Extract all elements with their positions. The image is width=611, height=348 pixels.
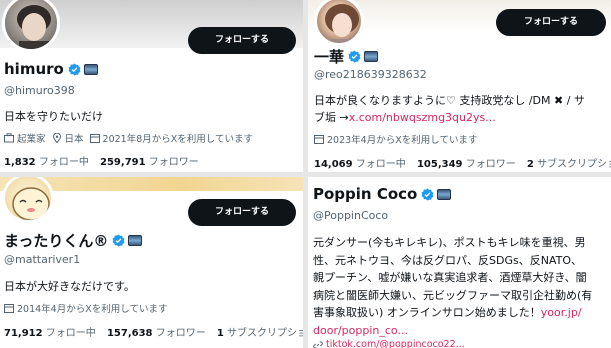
handle: @mattariver1: [4, 253, 81, 266]
bio-link[interactable]: x.com/nbwqszmg3qu2ys...: [349, 111, 496, 124]
profile-card-himuro: フォローする himuro @himuro398 日本を守りたいだけ 起業家 日…: [0, 0, 303, 172]
bio-line: ブ垢 →x.com/nbwqszmg3qu2ys...: [314, 111, 496, 124]
affiliate-badge-icon: [437, 188, 452, 200]
profile-card-poppincoco: Poppin Coco @PoppinCoco 元ダンサー(今もキレキレ)、ポス…: [308, 177, 611, 348]
briefcase-icon: [4, 133, 14, 143]
profile-meta: 2023年4月からXを利用しています: [314, 132, 483, 146]
follow-button[interactable]: フォローする: [188, 199, 296, 226]
profile-meta: 2014年4月からXを利用しています: [4, 301, 173, 315]
display-name[interactable]: 一華: [314, 46, 344, 67]
bio-line: 親プーチン、嘘が嫌いな真実追求者、酒煙草大好き、闇: [313, 271, 587, 284]
bio: 日本が大好きなだけです。: [4, 280, 135, 293]
bio-line: 性、元ネトウヨ、今は反グロパ、反SDGs、反NATO、: [313, 253, 582, 267]
avatar-cartoon-icon: [12, 187, 50, 220]
follow-stats: 71,912 フォロー中 157,638 フォロワー 1 サブスクリプショ: [4, 324, 303, 339]
handle: @himuro398: [4, 84, 75, 97]
display-name-row: himuro: [4, 60, 98, 78]
calendar-icon: [4, 304, 14, 313]
meta-joined: 2021年8月からXを利用しています: [89, 131, 253, 145]
follow-button[interactable]: フォローする: [188, 27, 296, 54]
subscriptions-link[interactable]: 2 サブスクリプショ: [527, 159, 611, 170]
meta-location: 日本: [52, 131, 84, 145]
bio-line: 日本が良くなりますように♡ 支持政党なし /DM ✖ / サ: [314, 94, 585, 107]
affiliate-badge-icon: [128, 235, 143, 246]
bio-line: 害事象取扱い) オンラインサロン始めました！yoor.jp/: [313, 306, 582, 319]
display-name[interactable]: himuro: [4, 60, 64, 78]
follow-stats: 14,069 フォロー中 105,349 フォロワー 2 サブスクリプショ: [314, 155, 611, 170]
meta-joined: 2023年4月からXを利用しています: [314, 132, 477, 146]
follow-button[interactable]: フォローする: [496, 9, 606, 36]
profile-card-mattari: フォローする まったりくん® @mattariver1 日本が大好きなだけです。…: [0, 177, 303, 348]
display-name[interactable]: まったりくん®: [4, 230, 108, 251]
bio-link[interactable]: door/poppin_co...: [313, 322, 611, 340]
meta-job: 起業家: [4, 131, 46, 145]
avatar-face-icon: [325, 4, 359, 43]
calendar-icon: [314, 135, 324, 144]
following-link[interactable]: 14,069 フォロー中: [314, 159, 406, 170]
display-name-row: Poppin Coco: [313, 185, 452, 203]
location-pin-icon: [52, 133, 61, 143]
followers-link[interactable]: 105,349 フォロワー: [417, 159, 516, 170]
display-name[interactable]: Poppin Coco: [313, 185, 417, 203]
profile-meta: tiktok.com/@poppincoco22...: [313, 339, 471, 348]
verified-badge-icon: [68, 63, 81, 75]
meta-joined: 2014年4月からXを利用しています: [4, 301, 167, 315]
verified-badge-icon: [112, 234, 125, 247]
affiliate-badge-icon: [83, 63, 98, 75]
meta-website[interactable]: tiktok.com/@poppincoco22...: [313, 339, 465, 348]
following-link[interactable]: 1,832 フォロー中: [4, 157, 89, 168]
bio-line: 元ダンサー(今もキレキレ)、ポストもキレ味を重視、男: [313, 236, 586, 249]
followers-link[interactable]: 259,791 フォロワー: [100, 157, 199, 168]
calendar-icon: [89, 134, 100, 143]
display-name-row: 一華: [314, 46, 379, 67]
bio-line: 病院と闇医師大嫌い、元ビッグファーマ取引企社勤め(有: [313, 288, 593, 302]
link-icon: [313, 340, 323, 348]
following-link[interactable]: 71,912 フォロー中: [4, 328, 96, 339]
avatar[interactable]: [314, 0, 364, 46]
bio: 日本を守りたいだけ: [4, 110, 103, 123]
avatar[interactable]: [2, 177, 54, 223]
display-name-row: まったりくん®: [4, 230, 143, 251]
handle: @reo218639328632: [314, 68, 427, 81]
profile-card-ichika: フォローする 一華 @reo218639328632 日本が良くなりますように♡…: [308, 0, 611, 172]
verified-badge-icon: [421, 188, 434, 200]
followers-link[interactable]: 157,638 フォロワー: [107, 328, 206, 339]
bio: 元ダンサー(今もキレキレ)、ポストもキレ味を重視、男 性、元ネトウヨ、今は反グロ…: [313, 234, 611, 339]
profile-meta: 起業家 日本 2021年8月からXを利用しています: [4, 131, 259, 145]
verified-badge-icon: [348, 50, 361, 63]
follow-stats: 1,832 フォロー中 259,791 フォロワー: [4, 153, 207, 168]
bio-link[interactable]: yoor.jp/: [541, 306, 582, 319]
subscriptions-link[interactable]: 1 サブスクリプショ: [217, 328, 303, 339]
affiliate-badge-icon: [364, 51, 379, 62]
bio: 日本が良くなりますように♡ 支持政党なし /DM ✖ / サ ブ垢 →x.com…: [314, 92, 609, 126]
handle: @PoppinCoco: [313, 209, 389, 222]
